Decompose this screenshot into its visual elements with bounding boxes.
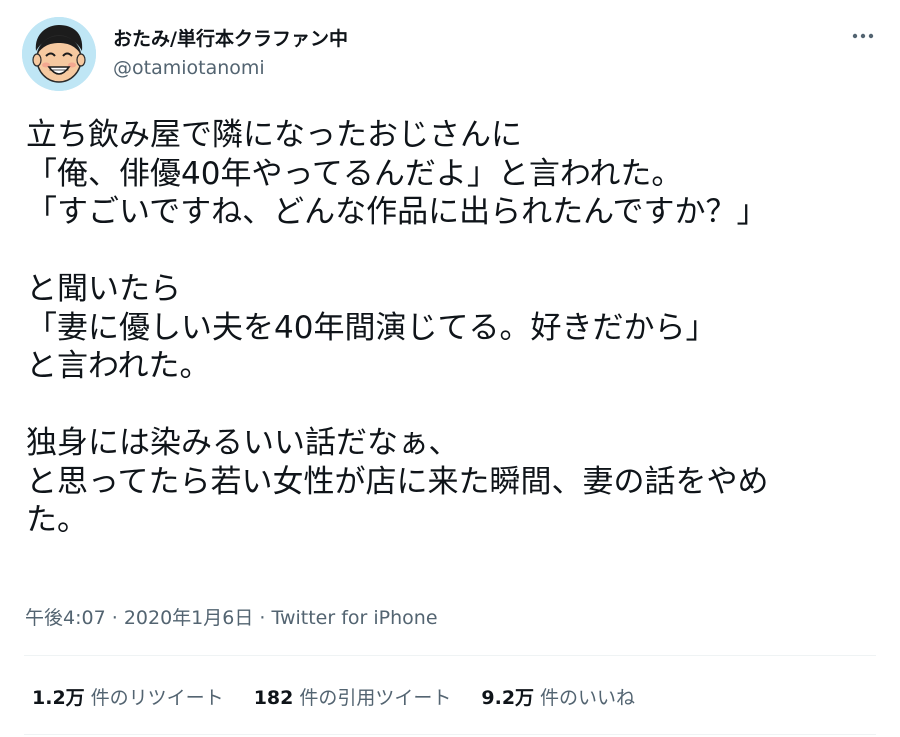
tweet-text-line: 「すごいですね、どんな作品に出られたんですか？」 — [26, 194, 768, 230]
retweets-stat[interactable]: 1.2万 件のリツイート — [32, 683, 224, 710]
tweet-text: 立ち飲み屋で隣になったおじさんに 「俺、俳優40年やってるんだよ」と言われた。 … — [26, 116, 886, 540]
tweet-metadata: 午後4:07 · 2020年1月6日 · Twitter for iPhone — [25, 603, 438, 630]
tweet-card: おたみ/単行本クラファン中 @otamiotanomi 立ち飲み屋で隣になったお… — [0, 0, 900, 737]
divider — [24, 734, 876, 735]
handle[interactable]: @otamiotanomi — [113, 57, 265, 79]
likes-count: 9.2万 — [481, 687, 535, 709]
cartoon-face-avatar-icon — [22, 17, 96, 91]
tweet-text-line — [26, 386, 886, 425]
tweet-text-line: た。 — [26, 502, 88, 538]
separator-dot: · — [259, 607, 272, 629]
tweet-text-line: と聞いたら — [26, 271, 181, 307]
tweet-text-line — [26, 232, 886, 271]
tweet-text-line: 「妻に優しい夫を40年間演じてる。好きだから」 — [26, 309, 717, 346]
likes-label: 件のいいね — [540, 687, 636, 709]
more-horizontal-icon — [852, 33, 874, 39]
likes-stat[interactable]: 9.2万 件のいいね — [481, 683, 635, 710]
retweets-count: 1.2万 — [32, 687, 85, 709]
engagement-stats: 1.2万 件のリツイート 182 件の引用ツイート 9.2万 件のいいね — [32, 683, 635, 710]
tweet-source[interactable]: Twitter for iPhone — [271, 607, 437, 629]
tweet-text-line: と思ってたら若い女性が店に来た瞬間、妻の話をやめ — [26, 463, 769, 500]
tweet-time[interactable]: 午後4:07 — [25, 607, 106, 629]
quotes-label: 件の引用ツイート — [299, 687, 452, 709]
tweet-date[interactable]: 2020年1月6日 — [124, 607, 254, 629]
tweet-text-line: 立ち飲み屋で隣になったおじさんに — [26, 117, 522, 153]
retweets-label: 件のリツイート — [90, 687, 224, 709]
separator-dot: · — [111, 607, 124, 629]
tweet-text-line: と言われた。 — [26, 348, 211, 384]
display-name[interactable]: おたみ/単行本クラファン中 — [113, 24, 348, 51]
divider — [24, 655, 876, 656]
avatar[interactable] — [22, 17, 96, 91]
quotes-count: 182 — [253, 687, 294, 709]
tweet-text-line: 独身には染みるいい話だなぁ、 — [26, 425, 460, 461]
tweet-text-line: 「俺、俳優40年やってるんだよ」と言われた。 — [26, 155, 683, 192]
quotes-stat[interactable]: 182 件の引用ツイート — [254, 683, 452, 710]
more-options-button[interactable] — [846, 24, 880, 48]
